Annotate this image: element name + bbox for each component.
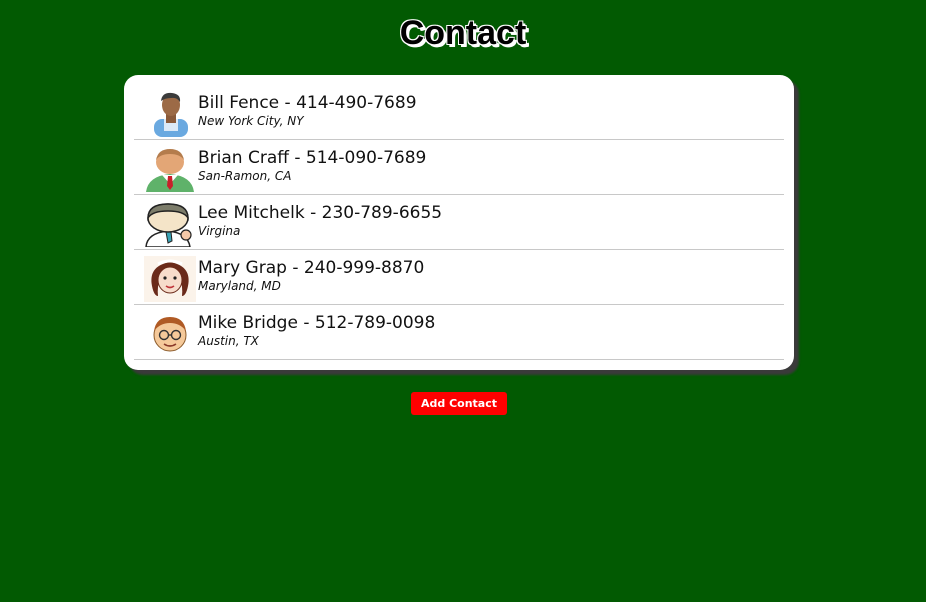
man-with-tie-avatar-icon [144,146,196,192]
page-title: Contact [399,14,527,52]
contact-item-lee-mitchelk[interactable]: Lee Mitchelk - 230-789-6655 Virgina [134,195,784,250]
woman-avatar-icon [144,256,196,302]
contact-item-mary-grap[interactable]: Mary Grap - 240-999-8870 Maryland, MD [134,250,784,305]
contact-list-card: Bill Fence - 414-490-7689 New York City,… [124,75,794,370]
contact-location: Maryland, MD [198,279,281,293]
contact-item-bill-fence[interactable]: Bill Fence - 414-490-7689 New York City,… [134,85,784,140]
contact-list: Bill Fence - 414-490-7689 New York City,… [134,85,784,360]
cartoon-man-thumbs-up-avatar-icon [144,201,196,247]
contact-name-phone: Lee Mitchelk - 230-789-6655 [198,203,443,223]
contact-name-phone: Mary Grap - 240-999-8870 [198,258,425,278]
contact-location: San-Ramon, CA [198,169,292,183]
contact-name-phone: Brian Craff - 514-090-7689 [198,148,427,168]
contact-location: Virgina [198,224,241,238]
add-contact-button[interactable]: Add Contact [411,392,507,415]
contact-location: Austin, TX [198,334,259,348]
contact-name-phone: Mike Bridge - 512-789-0098 [198,313,436,333]
contact-name-phone: Bill Fence - 414-490-7689 [198,93,417,113]
man-with-glasses-avatar-icon [144,311,196,357]
contact-location: New York City, NY [198,114,304,128]
contact-item-mike-bridge[interactable]: Mike Bridge - 512-789-0098 Austin, TX [134,305,784,360]
businessman-avatar-icon [144,91,196,137]
contact-item-brian-craff[interactable]: Brian Craff - 514-090-7689 San-Ramon, CA [134,140,784,195]
